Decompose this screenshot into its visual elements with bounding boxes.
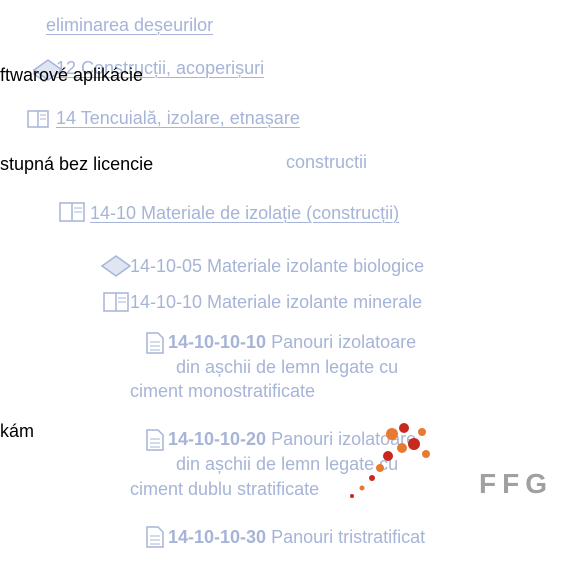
open-book-icon [103, 292, 129, 312]
doc-title: Panouri izolatoare [266, 332, 417, 352]
document-icon [146, 429, 164, 451]
tree-item-label: 14-10 Materiale de izolație (construcții… [90, 203, 400, 223]
tree-item-14-10-10[interactable]: 14-10-10 Materiale izolante minerale [130, 291, 422, 313]
doc-title-line: ciment monostratificate [130, 381, 316, 401]
doc-14-10-10-10[interactable]: 14-10-10-10 Panouri izolatoare [168, 331, 416, 353]
logo-swoosh [350, 423, 430, 498]
open-book-icon [27, 110, 49, 128]
open-book-icon [59, 202, 85, 222]
closed-book-icon [100, 255, 132, 277]
tree-link-partial-top[interactable]: eliminarea deșeurilor [46, 14, 213, 36]
doc-title: Panouri tristratificat [266, 527, 426, 547]
logo-text: FFG [479, 468, 553, 499]
screen: eliminarea deșeurilor 12 Construcții, ac… [0, 0, 563, 562]
tree-item-label: 14-10-10 Materiale izolante minerale [130, 292, 423, 312]
doc-code: 14-10-10-20 [168, 429, 267, 449]
tree-item-14-10[interactable]: 14-10 Materiale de izolație (construcții… [90, 202, 399, 224]
doc-code: 14-10-10-30 [168, 527, 267, 547]
document-icon [146, 526, 164, 548]
tree-item-label: 14-10-05 Materiale izolante biologice [130, 256, 425, 276]
overlay-text: kám [0, 421, 35, 441]
overlay-text: stupná bez licencie [0, 154, 154, 174]
overlay-text: ftwarové aplikácie [0, 65, 144, 85]
tree-link-label: eliminarea deșeurilor [46, 15, 214, 35]
tree-item-14[interactable]: 14 Tencuială, izolare, etnașare [56, 107, 300, 129]
tree-item-label: 14 Tencuială, izolare, etnașare [56, 108, 300, 128]
doc-code: 14-10-10-10 [168, 332, 267, 352]
tree-item-14-10-05[interactable]: 14-10-05 Materiale izolante biologice [130, 255, 424, 277]
doc-title-line: din așchii de lemn legate cu [176, 357, 399, 377]
tree-ghost-text: constructii [286, 152, 368, 172]
doc-14-10-10-30[interactable]: 14-10-10-30 Panouri tristratificat [168, 526, 425, 548]
doc-title-line: ciment dublu stratificate [130, 479, 320, 499]
document-icon [146, 332, 164, 354]
